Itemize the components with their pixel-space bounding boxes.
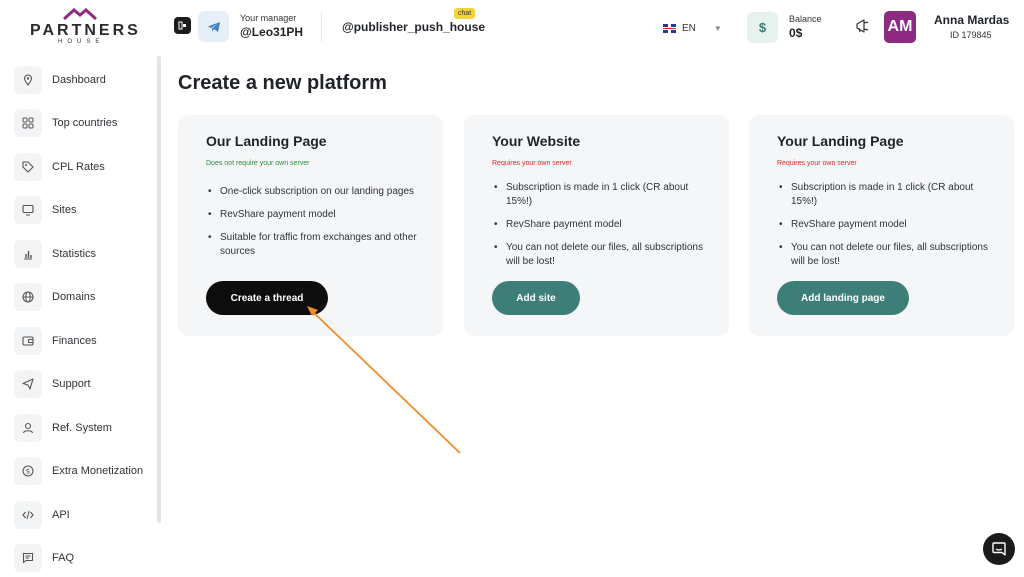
telegram-icon[interactable] [198,11,229,42]
list-item: One-click subscription on our landing pa… [206,185,426,199]
message-icon [14,544,42,572]
app-switch-icon[interactable] [174,17,191,34]
platform-card-our-landing: Our Landing Page Does not require your o… [178,115,443,336]
sidebar-item-statistics[interactable]: Statistics [14,239,154,269]
user-icon [14,414,42,442]
balance-icon: $ [747,12,778,43]
create-thread-button[interactable]: Create a thread [206,281,328,315]
sidebar-item-label: API [52,509,70,521]
language-code: EN [682,22,696,34]
tag-icon [14,153,42,181]
sidebar: Dashboard Top countries CPL Rates Sites … [0,56,161,577]
code-icon [14,501,42,529]
add-site-button[interactable]: Add site [492,281,580,315]
sidebar-item-top-countries[interactable]: Top countries [14,108,154,138]
sidebar-item-label: Sites [52,204,77,216]
sidebar-item-finances[interactable]: Finances [14,326,154,356]
platform-card-your-website: Your Website Requires your own server Su… [464,115,729,336]
card-note: Requires your own server [777,160,857,167]
sidebar-item-label: Statistics [52,248,97,260]
sidebar-item-label: CPL Rates [52,161,105,173]
platform-card-your-landing: Your Landing Page Requires your own serv… [749,115,1014,336]
sidebar-item-faq[interactable]: FAQ [14,543,154,573]
app-root: PARTNERS HOUSE Your manager @Leo31PH @pu… [0,0,1024,577]
svg-text:$: $ [26,468,30,476]
list-item: You can not delete our files, all subscr… [492,241,712,269]
user-id: ID 179845 [950,30,992,40]
sidebar-scrollbar[interactable] [157,56,161,523]
card-features: Subscription is made in 1 click (CR abou… [492,181,712,278]
globe-icon [14,283,42,311]
sidebar-item-sites[interactable]: Sites [14,195,154,225]
card-title: Our Landing Page [206,133,327,149]
header-divider [321,12,322,42]
list-item: RevShare payment model [206,208,426,222]
manager-label: Your manager [240,13,297,23]
top-header: PARTNERS HOUSE Your manager @Leo31PH @pu… [0,0,1024,56]
avatar[interactable]: AM [884,11,916,43]
uk-flag-icon [663,23,676,33]
card-note: Does not require your own server [206,160,310,167]
dollar-icon: $ [14,457,42,485]
sidebar-item-support[interactable]: Support [14,369,154,399]
balance-value: 0$ [789,26,803,40]
list-item: RevShare payment model [777,218,997,232]
chevron-down-icon: ▼ [713,23,722,33]
sidebar-item-label: Dashboard [52,74,106,86]
roof-icon [62,8,98,20]
list-item: Subscription is made in 1 click (CR abou… [777,181,997,209]
sidebar-item-label: Support [52,378,91,390]
megaphone-icon[interactable] [855,18,871,34]
card-features: Subscription is made in 1 click (CR abou… [777,181,997,278]
logo-text: PARTNERS [30,22,141,39]
list-item: Subscription is made in 1 click (CR abou… [492,181,712,209]
list-item: You can not delete our files, all subscr… [777,241,997,269]
list-item: RevShare payment model [492,218,712,232]
grid-icon [14,109,42,137]
send-icon [14,370,42,398]
card-note: Requires your own server [492,160,572,167]
sidebar-item-cpl-rates[interactable]: CPL Rates [14,152,154,182]
page-title: Create a new platform [178,72,387,94]
card-title: Your Landing Page [777,133,904,149]
language-selector[interactable]: EN ▼ [663,21,722,35]
publisher-handle[interactable]: @publisher_push_house [342,20,485,34]
sidebar-item-label: Top countries [52,117,118,129]
user-name[interactable]: Anna Mardas [934,13,1009,27]
card-title: Your Website [492,133,581,149]
wallet-icon [14,327,42,355]
chat-bubble-icon [992,542,1006,556]
monitor-icon [14,196,42,224]
sidebar-item-dashboard[interactable]: Dashboard [14,65,154,95]
balance-label: Balance [789,14,822,24]
list-item: Suitable for traffic from exchanges and … [206,231,426,259]
card-features: One-click subscription on our landing pa… [206,185,426,268]
sidebar-item-ref-system[interactable]: Ref. System [14,413,154,443]
sidebar-item-extra-monetization[interactable]: $ Extra Monetization [14,456,154,486]
chat-badge[interactable]: chat [454,8,476,19]
sidebar-item-label: Extra Monetization [52,465,144,477]
map-pin-icon [14,66,42,94]
manager-handle[interactable]: @Leo31PH [240,25,303,39]
sidebar-item-label: Domains [52,291,96,303]
chat-widget-button[interactable] [983,533,1015,565]
sidebar-item-label: Finances [52,335,97,347]
partners-house-logo[interactable]: PARTNERS HOUSE [28,8,138,48]
sidebar-item-label: Ref. System [52,422,112,434]
logo-subtext: HOUSE [58,39,105,45]
add-landing-page-button[interactable]: Add landing page [777,281,909,315]
sidebar-item-api[interactable]: API [14,500,154,530]
sidebar-item-domains[interactable]: Domains [14,282,154,312]
bar-chart-icon [14,240,42,268]
sidebar-item-label: FAQ [52,552,75,564]
